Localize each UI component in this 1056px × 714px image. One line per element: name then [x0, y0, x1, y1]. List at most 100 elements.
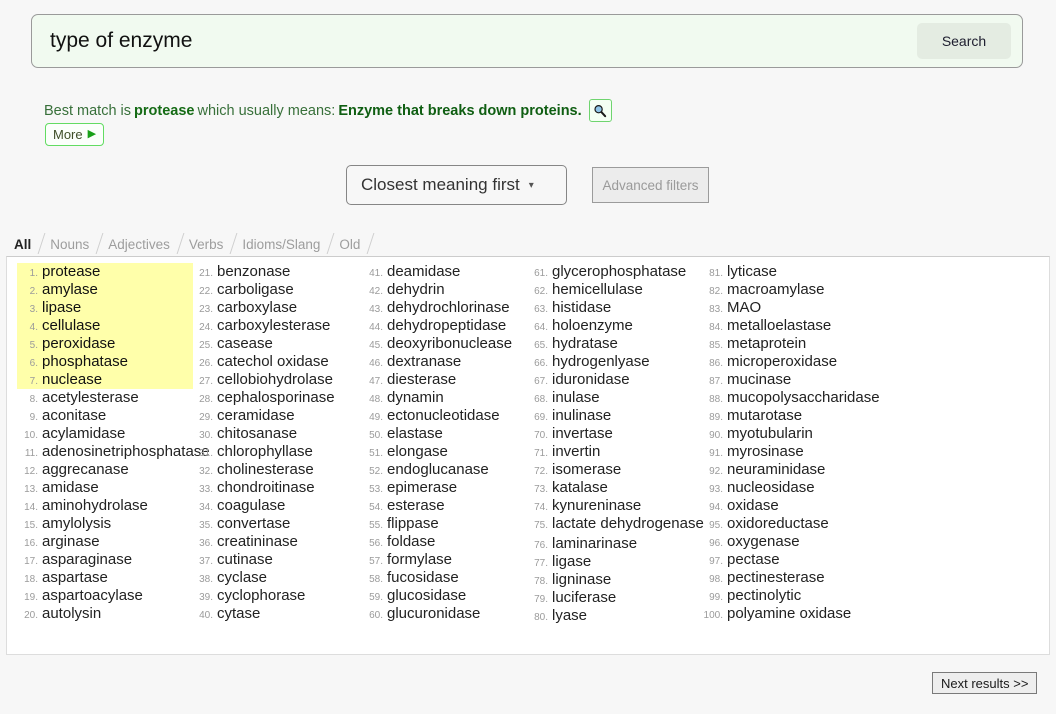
result-item[interactable]: 100. polyamine oxidase — [702, 605, 897, 623]
result-item-word[interactable]: chlorophyllase — [217, 443, 313, 461]
sort-order-select[interactable]: Closest meaning first ▾ — [346, 165, 567, 205]
result-item-word[interactable]: neuraminidase — [727, 461, 825, 479]
result-item-word[interactable]: autolysin — [42, 605, 101, 623]
result-item[interactable]: 61. glycerophosphatase — [527, 263, 703, 281]
result-item[interactable]: 82. macroamylase — [702, 281, 897, 299]
result-item-word[interactable]: mucopolysaccharidase — [727, 389, 880, 407]
result-item-word[interactable]: lactate dehydrogenase — [552, 515, 704, 533]
result-item-word[interactable]: chitosanase — [217, 425, 297, 443]
result-item-word[interactable]: coagulase — [217, 497, 285, 515]
result-item[interactable]: 35. convertase — [192, 515, 364, 533]
result-item[interactable]: 93. nucleosidase — [702, 479, 897, 497]
result-item[interactable]: 54. esterase — [362, 497, 530, 515]
result-item[interactable]: 32. cholinesterase — [192, 461, 364, 479]
result-item[interactable]: 26. catechol oxidase — [192, 353, 364, 371]
result-item[interactable]: 78. ligninase — [527, 571, 703, 589]
result-item-word[interactable]: aminohydrolase — [42, 497, 148, 515]
result-item-word[interactable]: amidase — [42, 479, 99, 497]
result-item-word[interactable]: casease — [217, 335, 273, 353]
result-item-word[interactable]: cyclase — [217, 569, 267, 587]
result-item-word[interactable]: catechol oxidase — [217, 353, 329, 371]
result-item[interactable]: 99. pectinolytic — [702, 587, 897, 605]
result-item[interactable]: 56. foldase — [362, 533, 530, 551]
result-item[interactable]: 9. aconitase — [17, 407, 193, 425]
result-item-word[interactable]: lyase — [552, 607, 587, 625]
result-item[interactable]: 75. lactate dehydrogenase — [527, 515, 704, 535]
result-item[interactable]: 15. amylolysis — [17, 515, 193, 533]
search-input[interactable] — [32, 21, 917, 61]
result-item[interactable]: 12. aggrecanase — [17, 461, 193, 479]
result-item[interactable]: 18. aspartase — [17, 569, 193, 587]
result-item[interactable]: 43. dehydrochlorinase — [362, 299, 530, 317]
result-item-word[interactable]: nuclease — [42, 371, 102, 389]
result-item-word[interactable]: phosphatase — [42, 353, 128, 371]
next-results-button[interactable]: Next results >> — [932, 672, 1038, 694]
result-item[interactable]: 71. invertin — [527, 443, 703, 461]
result-item[interactable]: 25. casease — [192, 335, 364, 353]
result-item-word[interactable]: creatininase — [217, 533, 298, 551]
result-item[interactable]: 55. flippase — [362, 515, 530, 533]
result-item[interactable]: 85. metaprotein — [702, 335, 897, 353]
result-item-word[interactable]: metaprotein — [727, 335, 806, 353]
result-item-word[interactable]: iduronidase — [552, 371, 630, 389]
result-item[interactable]: 2. amylase — [17, 281, 193, 299]
result-item-word[interactable]: luciferase — [552, 589, 616, 607]
tab-old[interactable]: Old — [331, 231, 375, 257]
result-item-word[interactable]: lipase — [42, 299, 81, 317]
result-item-word[interactable]: oxidase — [727, 497, 779, 515]
result-item[interactable]: 63. histidase — [527, 299, 703, 317]
result-item-word[interactable]: mutarotase — [727, 407, 802, 425]
result-item[interactable]: 49. ectonucleotidase — [362, 407, 530, 425]
result-item[interactable]: 6. phosphatase — [17, 353, 193, 371]
result-item-word[interactable]: aggrecanase — [42, 461, 129, 479]
result-item[interactable]: 70. invertase — [527, 425, 703, 443]
advanced-filters-button[interactable]: Advanced filters — [592, 167, 709, 203]
more-button[interactable]: More ▶ — [45, 123, 105, 146]
result-item-word[interactable]: lyticase — [727, 263, 777, 281]
result-item-word[interactable]: myrosinase — [727, 443, 804, 461]
result-item[interactable]: 41. deamidase — [362, 263, 530, 281]
result-item-word[interactable]: glycerophosphatase — [552, 263, 686, 281]
result-item-word[interactable]: dextranase — [387, 353, 461, 371]
result-item-word[interactable]: holoenzyme — [552, 317, 633, 335]
result-item-word[interactable]: convertase — [217, 515, 290, 533]
result-item-word[interactable]: oxidoreductase — [727, 515, 829, 533]
result-item[interactable]: 59. glucosidase — [362, 587, 530, 605]
result-item[interactable]: 94. oxidase — [702, 497, 897, 515]
result-item[interactable]: 97. pectase — [702, 551, 897, 569]
result-item-word[interactable]: cephalosporinase — [217, 389, 335, 407]
result-item[interactable]: 36. creatininase — [192, 533, 364, 551]
result-item-word[interactable]: katalase — [552, 479, 608, 497]
result-item[interactable]: 21. benzonase — [192, 263, 364, 281]
result-item-word[interactable]: histidase — [552, 299, 611, 317]
result-item-word[interactable]: pectinesterase — [727, 569, 825, 587]
result-item[interactable]: 34. coagulase — [192, 497, 364, 515]
result-item-word[interactable]: hemicellulase — [552, 281, 643, 299]
result-item-word[interactable]: acylamidase — [42, 425, 125, 443]
result-item-word[interactable]: esterase — [387, 497, 445, 515]
result-item-word[interactable]: amylase — [42, 281, 98, 299]
result-item[interactable]: 87. mucinase — [702, 371, 897, 389]
result-item[interactable]: 73. katalase — [527, 479, 703, 497]
result-item[interactable]: 66. hydrogenlyase — [527, 353, 703, 371]
result-item[interactable]: 95. oxidoreductase — [702, 515, 897, 533]
result-item-word[interactable]: ligase — [552, 553, 591, 571]
result-item[interactable]: 48. dynamin — [362, 389, 530, 407]
result-item-word[interactable]: hydratase — [552, 335, 618, 353]
result-item-word[interactable]: deoxyribonuclease — [387, 335, 512, 353]
result-item[interactable]: 52. endoglucanase — [362, 461, 530, 479]
result-item-word[interactable]: acetylesterase — [42, 389, 139, 407]
result-item-word[interactable]: endoglucanase — [387, 461, 489, 479]
result-item[interactable]: 76. laminarinase — [527, 535, 703, 553]
result-item[interactable]: 68. inulase — [527, 389, 703, 407]
result-item[interactable]: 24. carboxylesterase — [192, 317, 364, 335]
result-item[interactable]: 88. mucopolysaccharidase — [702, 389, 897, 407]
result-item-word[interactable]: invertase — [552, 425, 613, 443]
result-item-word[interactable]: MAO — [727, 299, 761, 317]
result-item[interactable]: 27. cellobiohydrolase — [192, 371, 364, 389]
result-item-word[interactable]: ceramidase — [217, 407, 295, 425]
result-item-word[interactable]: ligninase — [552, 571, 611, 589]
result-item[interactable]: 58. fucosidase — [362, 569, 530, 587]
result-item-word[interactable]: deamidase — [387, 263, 460, 281]
result-item[interactable]: 16. arginase — [17, 533, 193, 551]
